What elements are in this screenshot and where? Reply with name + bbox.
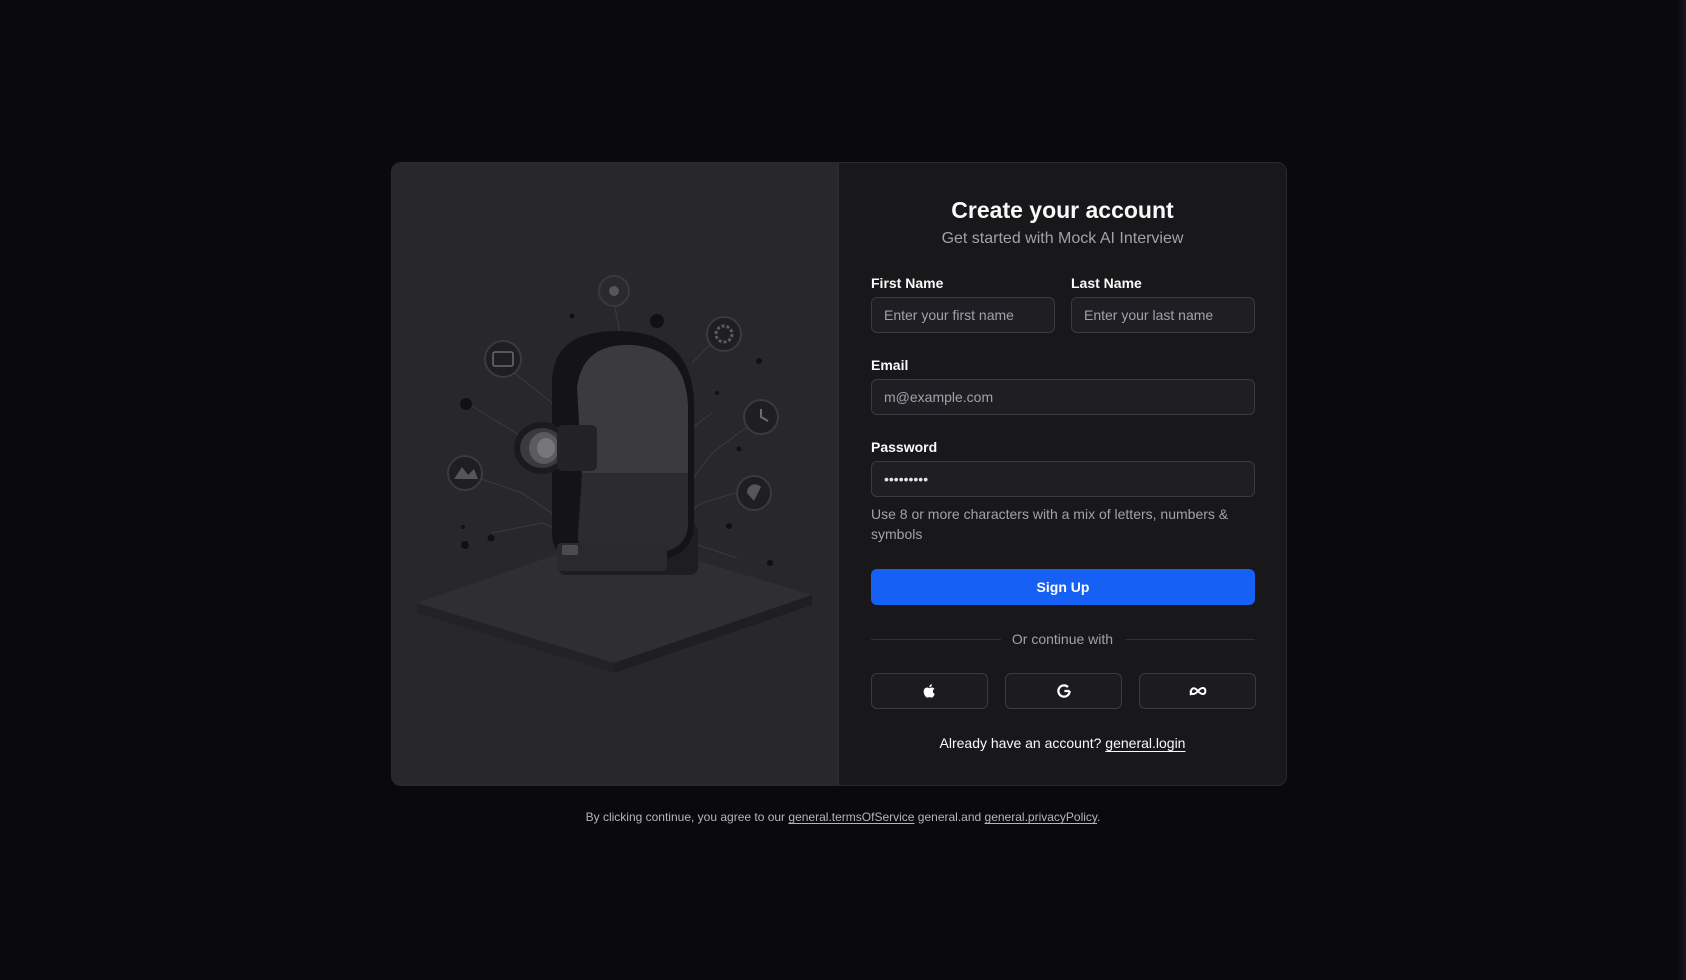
- password-hint: Use 8 or more characters with a mix of l…: [871, 506, 1229, 542]
- first-name-field[interactable]: [871, 297, 1055, 333]
- robot-body: [514, 331, 698, 575]
- terms-suffix: .: [1097, 810, 1101, 824]
- divider-label: Or continue with: [1011, 631, 1114, 647]
- last-name-label: Last Name: [1071, 275, 1142, 291]
- privacy-policy-link[interactable]: general.privacyPolicy: [985, 810, 1098, 824]
- terms-prefix: By clicking continue, you agree to our: [585, 810, 786, 824]
- apple-icon: [923, 684, 935, 698]
- password-field[interactable]: [871, 461, 1255, 497]
- terms-notice: By clicking continue, you agree to our g…: [0, 810, 1686, 824]
- page-subtitle: Get started with Mock AI Interview: [941, 230, 1184, 247]
- terms-of-service-link[interactable]: general.termsOfService: [788, 810, 914, 824]
- signup-card: Create your account Get started with Moc…: [391, 162, 1287, 786]
- login-prompt-row: Already have an account? general.login: [839, 735, 1286, 751]
- last-name-field[interactable]: [1071, 297, 1255, 333]
- page-title: Create your account: [951, 197, 1174, 223]
- apple-login-button[interactable]: [871, 673, 988, 709]
- google-icon: [1056, 684, 1071, 698]
- illustration-panel: [392, 163, 839, 785]
- robot-illustration: [417, 275, 812, 673]
- email-label: Email: [871, 357, 909, 373]
- sign-up-button[interactable]: Sign Up: [871, 569, 1255, 605]
- meta-login-button[interactable]: [1139, 673, 1256, 709]
- first-name-label: First Name: [871, 275, 944, 291]
- terms-and-text: general.and: [917, 810, 982, 824]
- signup-form: Create your account Get started with Moc…: [839, 163, 1286, 785]
- scrollbar-edge: [1678, 0, 1686, 980]
- meta-icon: [1189, 687, 1206, 696]
- google-login-button[interactable]: [1005, 673, 1122, 709]
- login-link[interactable]: general.login: [1105, 735, 1185, 751]
- login-prompt-text: Already have an account?: [939, 735, 1102, 751]
- password-label: Password: [871, 439, 938, 455]
- email-field[interactable]: [871, 379, 1255, 415]
